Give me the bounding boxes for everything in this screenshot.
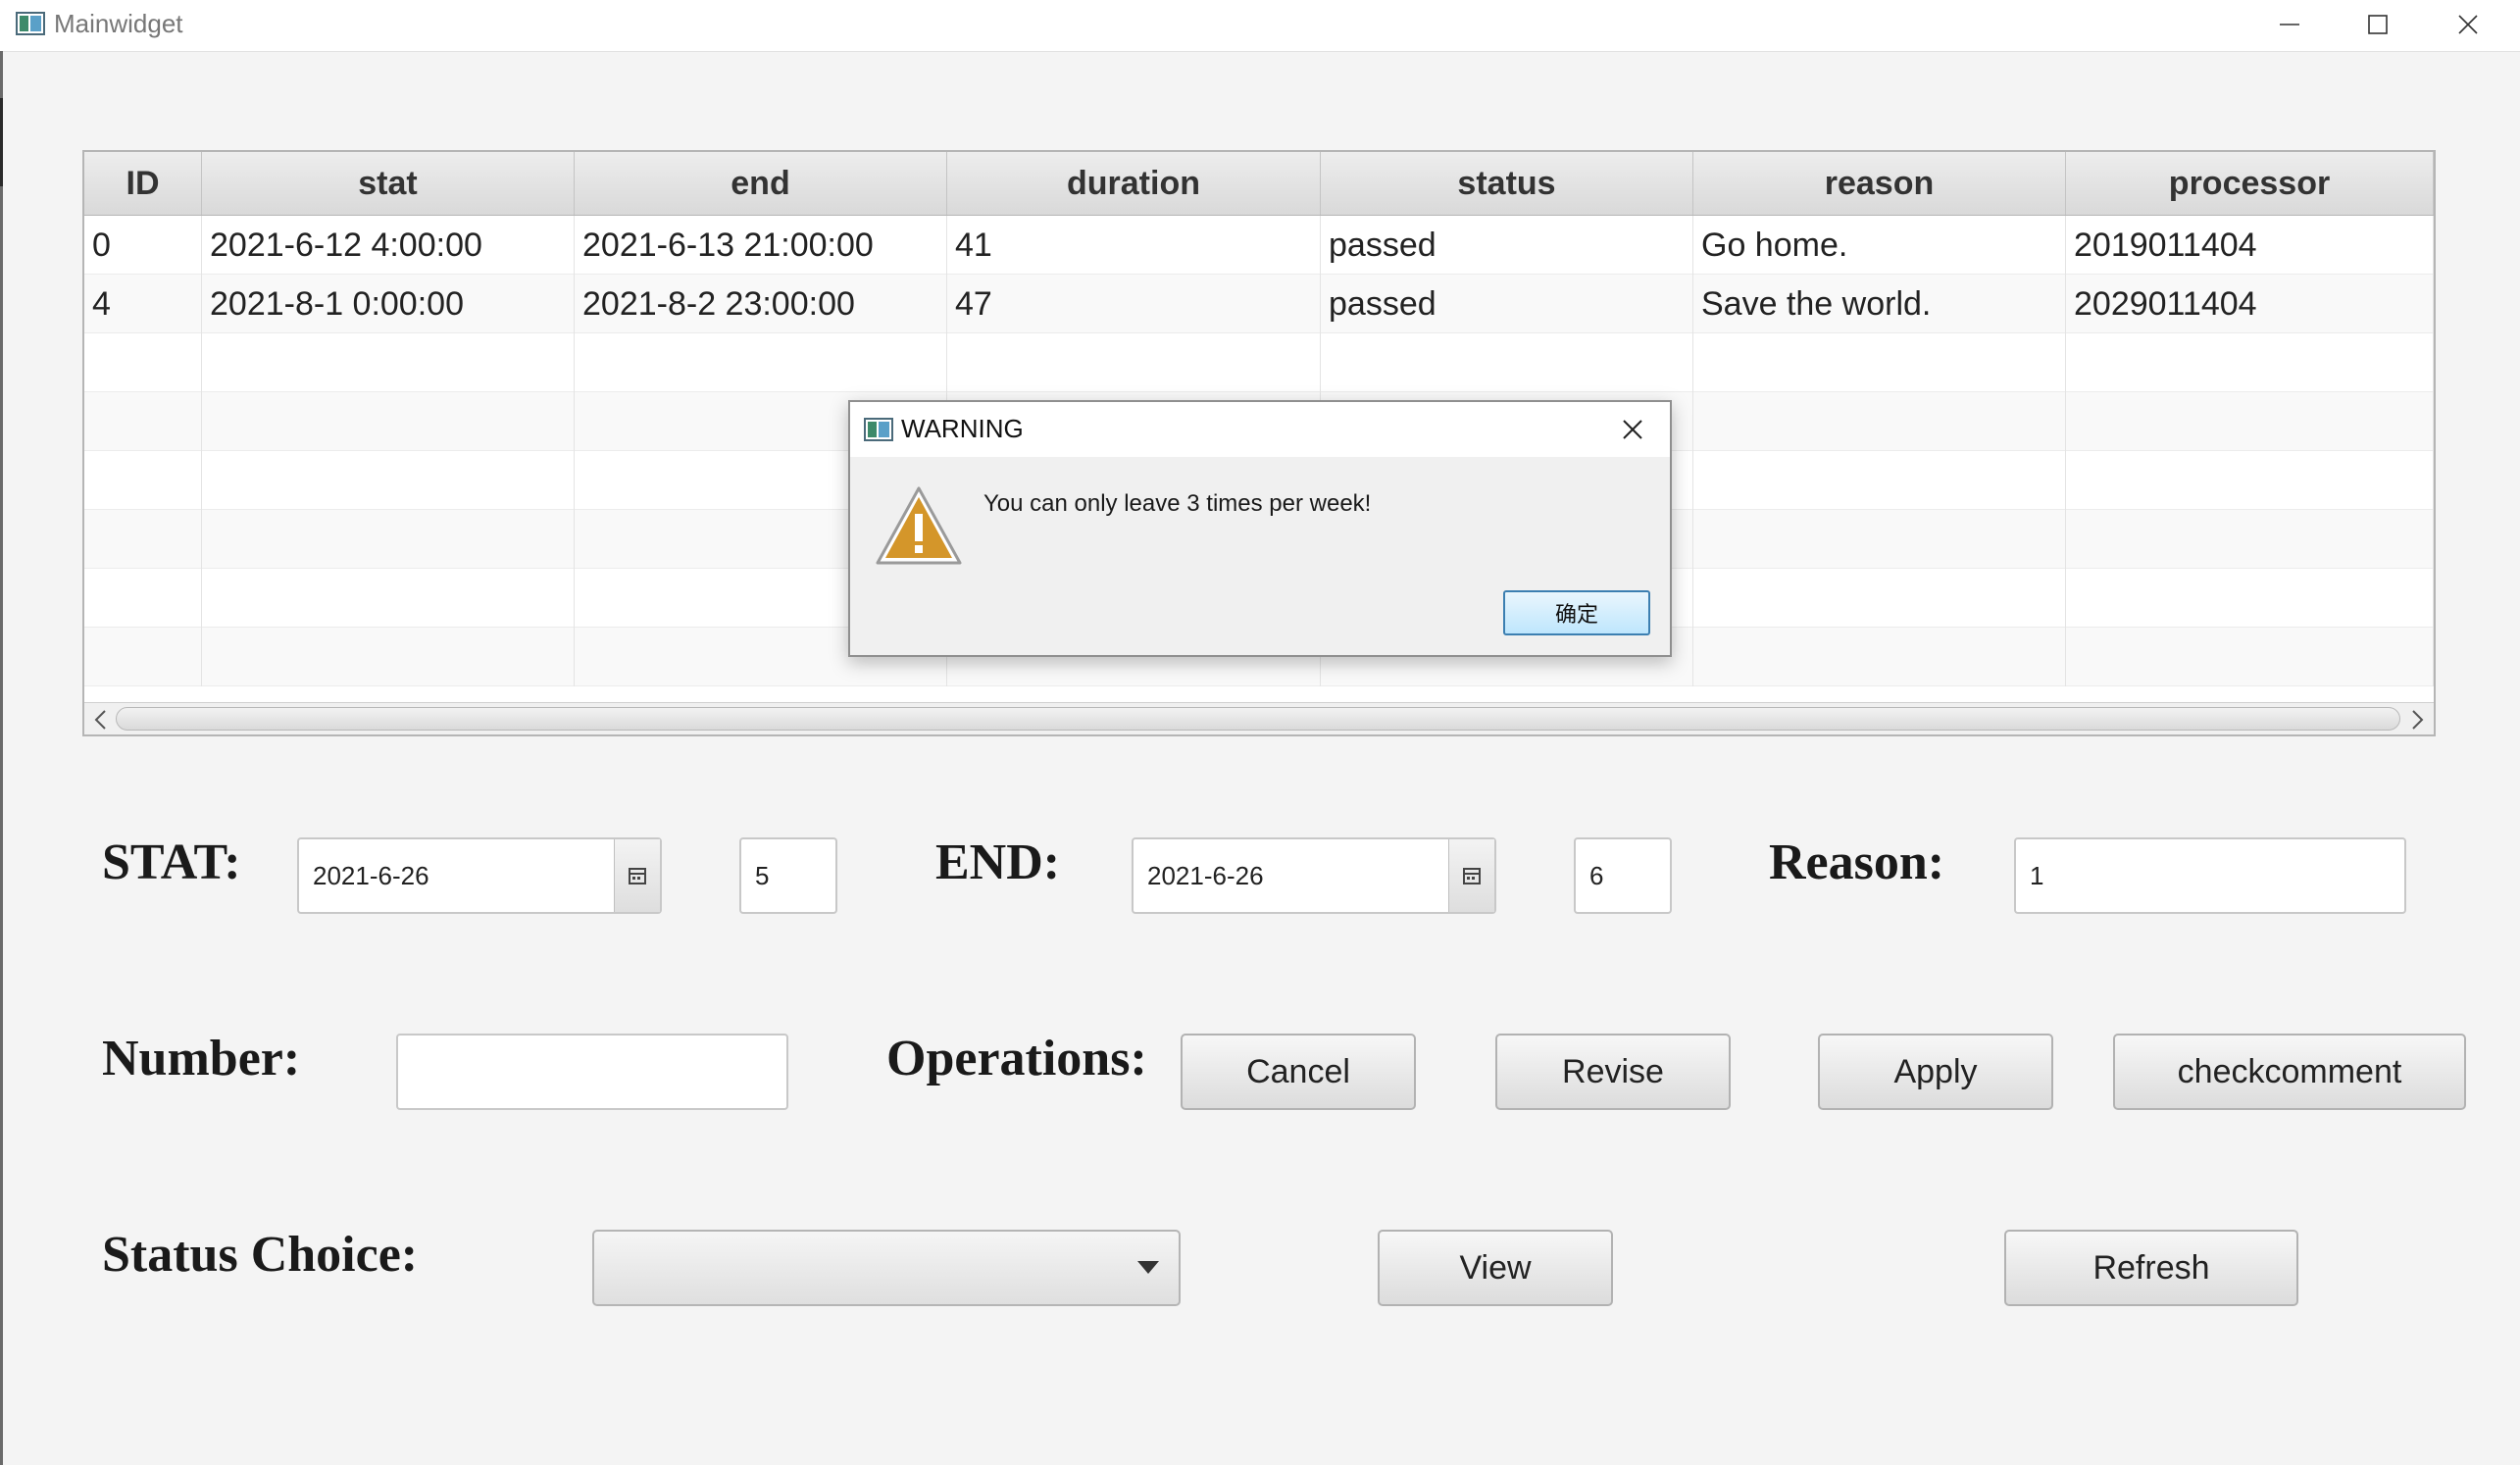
table-row-empty [84, 333, 2434, 392]
view-button[interactable]: View [1378, 1230, 1613, 1306]
table-cell: Go home. [1693, 216, 2066, 275]
status-choice-label: Status Choice: [102, 1227, 419, 1283]
table-cell: 2021-8-2 23:00:00 [575, 275, 947, 333]
column-header-processor[interactable]: processor [2066, 152, 2434, 215]
scrollbar-thumb[interactable] [116, 707, 2400, 731]
ok-button[interactable]: 确定 [1503, 590, 1650, 635]
number-input[interactable] [396, 1034, 788, 1110]
reason-label: Reason: [1769, 834, 1945, 890]
stat-label: STAT: [102, 834, 241, 890]
end-date-value[interactable]: 2021-6-26 [1147, 839, 1264, 912]
horizontal-scrollbar[interactable] [84, 702, 2434, 734]
app-icon [864, 418, 893, 441]
scroll-right-button[interactable] [2404, 707, 2430, 732]
close-icon [1623, 420, 1642, 439]
close-icon [2458, 15, 2478, 34]
stat-date-picker[interactable]: 2021-6-26 [297, 837, 662, 914]
warning-icon [876, 486, 962, 565]
dialog-title: WARNING [901, 414, 1024, 443]
apply-button[interactable]: Apply [1818, 1034, 2053, 1110]
dialog-close-button[interactable] [1617, 414, 1648, 445]
end-label: END: [935, 834, 1061, 890]
calendar-icon [629, 868, 646, 884]
table-cell: passed [1321, 216, 1693, 275]
table-cell: 2019011404 [2066, 216, 2434, 275]
calendar-icon [1463, 868, 1481, 884]
table-row[interactable]: 0 2021-6-12 4:00:00 2021-6-13 21:00:00 4… [84, 216, 2434, 275]
cancel-button[interactable]: Cancel [1181, 1034, 1416, 1110]
window-title: Mainwidget [54, 9, 183, 38]
warning-dialog: WARNING You can only leave 3 times per w… [848, 400, 1672, 657]
window-left-edge [0, 51, 3, 1465]
maximize-icon [2368, 15, 2388, 34]
table-cell: 41 [947, 216, 1321, 275]
column-header-id[interactable]: ID [84, 152, 202, 215]
refresh-button[interactable]: Refresh [2004, 1230, 2298, 1306]
operations-label: Operations: [886, 1031, 1147, 1086]
column-header-end[interactable]: end [575, 152, 947, 215]
table-cell: 4 [84, 275, 202, 333]
stat-date-value[interactable]: 2021-6-26 [313, 839, 429, 912]
scroll-right-icon [2412, 710, 2424, 730]
end-hour-input[interactable] [1574, 837, 1672, 914]
end-date-picker[interactable]: 2021-6-26 [1132, 837, 1496, 914]
column-header-duration[interactable]: duration [947, 152, 1321, 215]
column-header-stat[interactable]: stat [202, 152, 575, 215]
reason-input[interactable] [2014, 837, 2406, 914]
table-cell: 2029011404 [2066, 275, 2434, 333]
chevron-down-icon [1137, 1261, 1159, 1274]
app-icon [16, 12, 45, 35]
table-cell: Save the world. [1693, 275, 2066, 333]
scroll-left-icon [94, 710, 106, 730]
column-header-status[interactable]: status [1321, 152, 1693, 215]
close-button[interactable] [2424, 0, 2512, 49]
table-row[interactable]: 4 2021-8-1 0:00:00 2021-8-2 23:00:00 47 … [84, 275, 2434, 333]
column-header-reason[interactable]: reason [1693, 152, 2066, 215]
checkcomment-button[interactable]: checkcomment [2113, 1034, 2466, 1110]
revise-button[interactable]: Revise [1495, 1034, 1731, 1110]
maximize-button[interactable] [2334, 0, 2422, 49]
end-calendar-button[interactable] [1448, 839, 1494, 912]
minimize-button[interactable] [2245, 0, 2334, 49]
stat-calendar-button[interactable] [614, 839, 660, 912]
table-header: ID stat end duration status reason proce… [84, 152, 2434, 216]
table-cell: 2021-6-12 4:00:00 [202, 216, 575, 275]
status-choice-combobox[interactable] [592, 1230, 1181, 1306]
table-cell: 2021-8-1 0:00:00 [202, 275, 575, 333]
scroll-left-button[interactable] [88, 707, 114, 732]
table-cell: 47 [947, 275, 1321, 333]
minimize-icon [2280, 24, 2299, 25]
dialog-titlebar: WARNING [850, 402, 1670, 457]
number-label: Number: [102, 1031, 301, 1086]
table-cell: 0 [84, 216, 202, 275]
stat-hour-input[interactable] [739, 837, 837, 914]
table-cell: passed [1321, 275, 1693, 333]
dialog-message: You can only leave 3 times per week! [983, 490, 1372, 517]
window-titlebar: Mainwidget [0, 0, 2520, 52]
table-cell: 2021-6-13 21:00:00 [575, 216, 947, 275]
